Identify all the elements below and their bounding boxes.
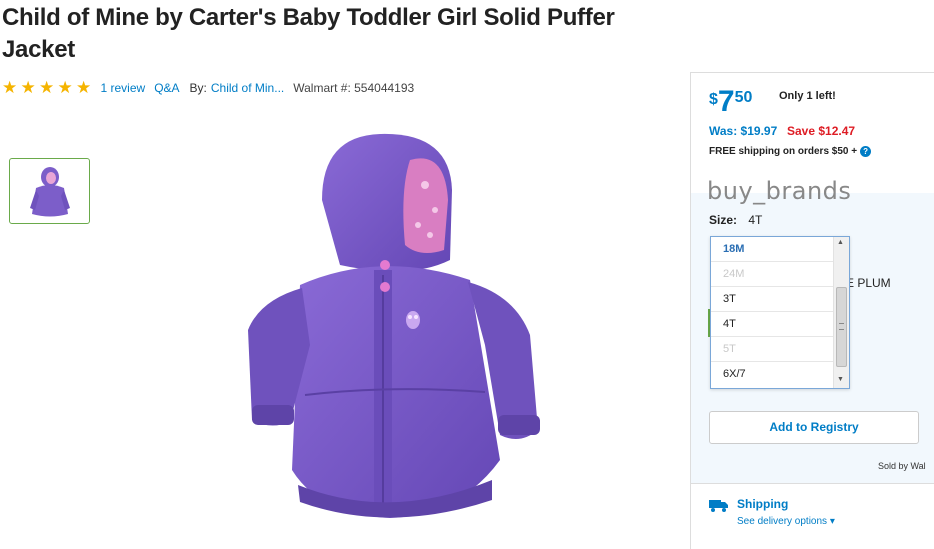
product-meta-row: ★ ★ ★ ★ ★ 1 review Q&A By: Child of Min.… bbox=[2, 79, 414, 96]
product-title: Child of Mine by Carter's Baby Toddler G… bbox=[2, 4, 615, 63]
size-value: 4T bbox=[748, 213, 763, 227]
star-icon: ★ bbox=[2, 78, 18, 97]
scrollbar-thumb[interactable] bbox=[836, 287, 847, 367]
stock-note: Only 1 left! bbox=[779, 90, 836, 102]
chevron-down-icon: ▾ bbox=[829, 516, 835, 527]
star-icon: ★ bbox=[20, 78, 36, 97]
star-icon: ★ bbox=[39, 78, 55, 97]
size-dropdown[interactable]: 18M 24M 3T 4T 5T 6X/7 ▲ ▼ bbox=[710, 236, 850, 389]
size-option: 24M bbox=[711, 262, 833, 287]
rating-stars[interactable]: ★ ★ ★ ★ ★ bbox=[2, 79, 95, 96]
add-to-registry-button[interactable]: Add to Registry bbox=[709, 411, 919, 444]
was-price: Was: $19.97 bbox=[709, 124, 778, 138]
watermark-text: buy_brands bbox=[707, 177, 852, 205]
star-icon: ★ bbox=[57, 78, 73, 97]
size-option[interactable]: 4T bbox=[711, 312, 833, 337]
scroll-up-icon[interactable]: ▲ bbox=[837, 239, 844, 246]
panel-divider bbox=[691, 483, 934, 484]
size-option[interactable]: 18M bbox=[711, 237, 833, 262]
scroll-down-icon[interactable]: ▼ bbox=[837, 376, 844, 383]
star-icon: ★ bbox=[76, 78, 92, 97]
by-label: By: bbox=[189, 80, 207, 95]
review-link[interactable]: 1 review bbox=[101, 81, 146, 95]
truck-icon bbox=[709, 500, 728, 512]
delivery-options-link[interactable]: See delivery options ▾ bbox=[737, 516, 835, 527]
save-amount: Save $12.47 bbox=[787, 124, 856, 138]
scrollbar-grip bbox=[839, 323, 844, 330]
question-icon[interactable]: ? bbox=[860, 146, 872, 157]
brand-link[interactable]: Child of Min... bbox=[211, 81, 284, 95]
product-thumbnail[interactable] bbox=[9, 158, 90, 224]
price-cents: 50 bbox=[734, 89, 753, 106]
price-currency: $ bbox=[709, 91, 718, 108]
shipping-label: Shipping bbox=[737, 497, 789, 511]
delivery-options-text: See delivery options bbox=[737, 516, 828, 527]
current-price: $ 7 50 bbox=[709, 87, 752, 117]
size-row: Size: 4T bbox=[709, 213, 762, 227]
size-label: Size: bbox=[709, 213, 738, 227]
walmart-number: Walmart #: 554044193 bbox=[293, 80, 415, 95]
jacket-thumbnail-image bbox=[29, 166, 70, 216]
size-option[interactable]: 6X/7 bbox=[711, 362, 833, 387]
dropdown-scrollbar[interactable]: ▲ ▼ bbox=[833, 237, 849, 388]
qa-link[interactable]: Q&A bbox=[154, 81, 179, 95]
price-dollars: 7 bbox=[717, 85, 735, 118]
purchase-panel: $ 7 50 Only 1 left! Was: $19.97 Save $12… bbox=[690, 72, 934, 549]
free-shipping-text: FREE shipping on orders $50 + bbox=[709, 146, 858, 157]
free-shipping-note: FREE shipping on orders $50 + ? bbox=[709, 146, 872, 157]
sold-by-label: Sold by Wal bbox=[878, 461, 926, 471]
product-image-jacket bbox=[248, 133, 540, 518]
size-option: 5T bbox=[711, 337, 833, 362]
size-option[interactable]: 3T bbox=[711, 287, 833, 312]
color-value-partial: E PLUM bbox=[846, 276, 891, 290]
